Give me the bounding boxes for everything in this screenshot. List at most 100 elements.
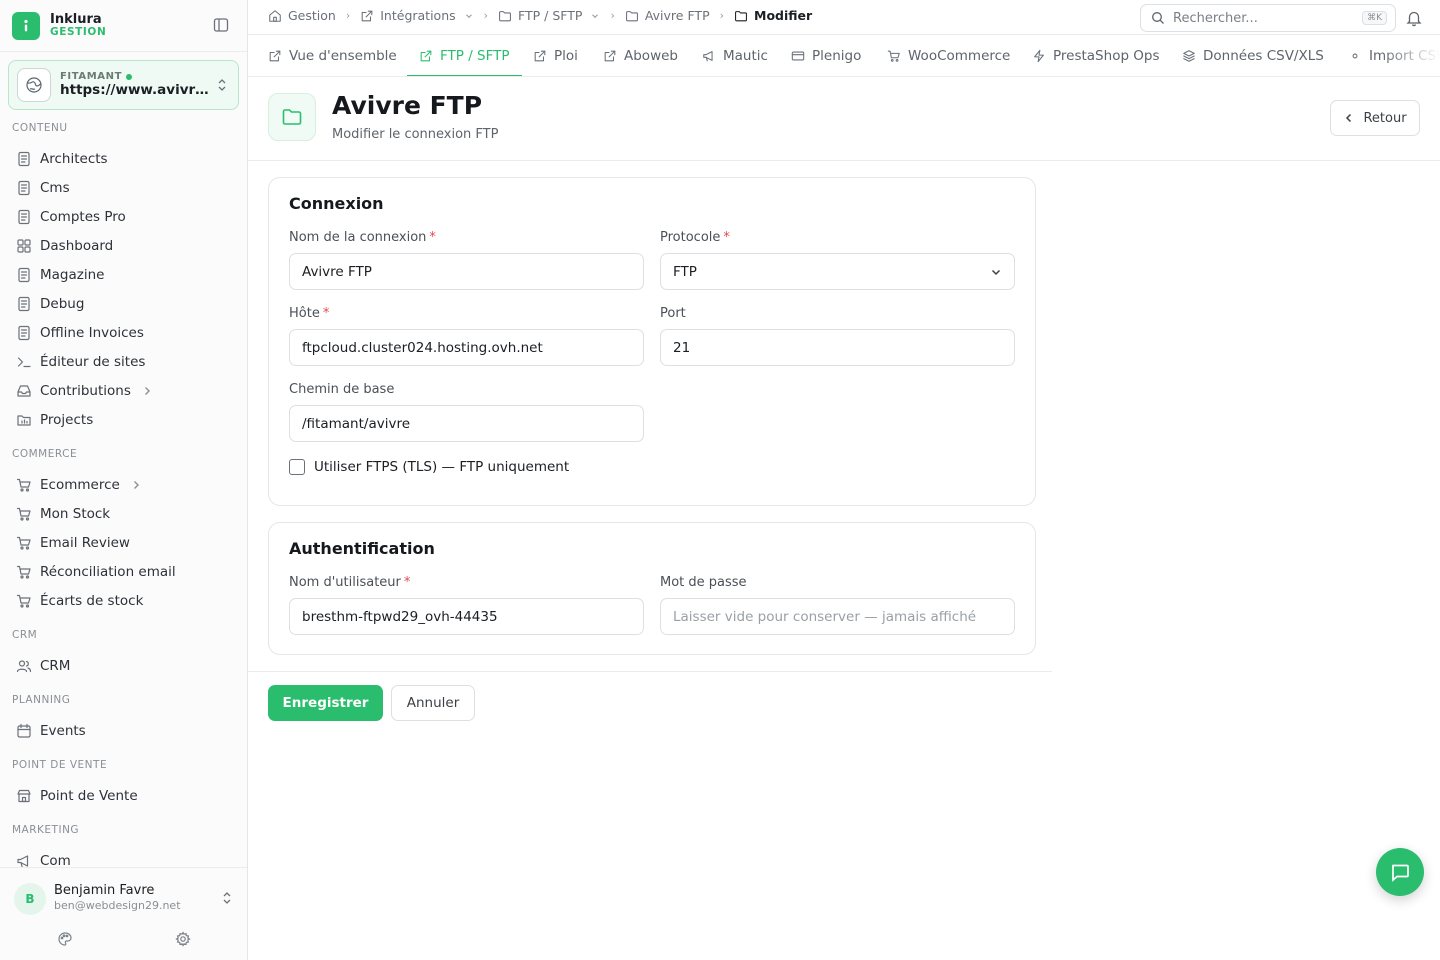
folder-icon (735, 10, 747, 21)
nav-section-title: PLANNING (12, 694, 71, 706)
nav-section-title: CONTENU (12, 122, 68, 134)
megaphone-icon (17, 854, 29, 867)
sidebar-item-label: Contributions (40, 382, 131, 399)
sidebar-item-label: Mon Stock (40, 505, 111, 522)
sidebar-item-reconciliation-email[interactable]: Réconciliation email (0, 557, 247, 586)
sidebar-item-projects[interactable]: Projects (0, 405, 247, 434)
sidebar-item-label: Offline Invoices (40, 324, 144, 341)
site-org: FITAMANT (60, 71, 123, 83)
sidebar-item-label: Réconciliation email (40, 563, 176, 580)
topbar: Gestion › Intégrations › FTP / SFTP › Avivre F… (248, 0, 1440, 35)
sidebar-item-label: Point de Vente (40, 787, 138, 804)
page-subtitle: Modifier le connexion FTP (332, 127, 499, 142)
layers-icon (1183, 50, 1195, 62)
sidebar-item-mon-stock[interactable]: Mon Stock (0, 499, 247, 528)
sidebar-item-email-review[interactable]: Email Review (0, 528, 247, 557)
tab-plenigo[interactable]: Plenigo (791, 35, 861, 76)
sidebar-item-comptes-pro[interactable]: Comptes Pro (0, 202, 247, 231)
chevron-down-icon (465, 13, 472, 18)
tab-aboweb[interactable]: Aboweb (603, 35, 678, 76)
sidebar-item-ecommerce[interactable]: Ecommerce (0, 470, 247, 499)
back-button[interactable]: Retour (1330, 100, 1420, 136)
sidebar-item-architects[interactable]: Architects (0, 144, 247, 173)
port-input[interactable]: 21 (660, 329, 1015, 366)
breadcrumb-item[interactable]: Gestion (268, 8, 336, 23)
chat-button[interactable] (1376, 848, 1424, 896)
breadcrumb-item[interactable]: Avivre FTP (625, 8, 710, 23)
site-switcher[interactable]: FITAMANT https://www.avivre.fr (8, 60, 239, 110)
base-path-input[interactable]: /fitamant/avivre (289, 405, 644, 442)
cart-icon (887, 50, 900, 62)
tab-ftp-sftp[interactable]: FTP / SFTP (407, 35, 522, 76)
breadcrumb-item[interactable]: Intégrations (360, 8, 473, 23)
sidebar-item-label: Écarts de stock (40, 592, 144, 609)
connection-name-input[interactable]: Avivre FTP (289, 253, 644, 290)
folder-chart-icon (17, 414, 31, 426)
sidebar-item-crm[interactable]: CRM (0, 651, 247, 680)
bolt-icon (1034, 49, 1044, 63)
sidebar-item-events[interactable]: Events (0, 716, 247, 745)
tab-label: Vue d'ensemble (289, 48, 397, 64)
tab-woocommerce[interactable]: WooCommerce (887, 35, 1011, 76)
sidebar-item-offline-invoices[interactable]: Offline Invoices (0, 318, 247, 347)
sidebar-item-editeur-de-sites[interactable]: Éditeur de sites (0, 347, 247, 376)
gear-icon[interactable] (175, 931, 191, 947)
page-title: Avivre FTP (332, 91, 483, 120)
external-link-icon (269, 50, 281, 62)
external-link-icon (361, 10, 373, 21)
card-title: Connexion (289, 194, 384, 213)
save-button[interactable]: Enregistrer (268, 685, 383, 721)
tab-prestashop-ops[interactable]: PrestaShop Ops (1032, 35, 1160, 76)
ftps-checkbox[interactable] (289, 459, 305, 475)
breadcrumb-item[interactable]: FTP / SFTP (498, 8, 600, 23)
tab-label: WooCommerce (908, 48, 1011, 64)
user-menu[interactable]: B Benjamin Favre ben@webdesign29.net (0, 867, 247, 960)
store-icon (17, 789, 31, 802)
nav-section-title: POINT DE VENTE (12, 759, 108, 771)
tab-donnees-csv-xls[interactable]: Données CSV/XLS (1182, 35, 1324, 76)
cart-icon (16, 507, 31, 521)
sidebar-item-label: Ecommerce (40, 476, 120, 493)
host-input[interactable]: ftpcloud.cluster024.hosting.ovh.net (289, 329, 644, 366)
username-input[interactable]: bresthm-ftpwd29_ovh-44435 (289, 598, 644, 635)
tab-ploi[interactable]: Ploi (533, 35, 578, 76)
sidebar-item-label: Com (40, 852, 71, 869)
password-input[interactable]: Laisser vide pour conserver — jamais aff… (660, 598, 1015, 635)
chevron-updown-icon (223, 892, 231, 904)
document-icon (18, 151, 30, 166)
sidebar-item-ecarts-de-stock[interactable]: Écarts de stock (0, 586, 247, 615)
document-icon (18, 325, 30, 340)
sidebar-item-label: Éditeur de sites (40, 353, 146, 370)
tab-mautic[interactable]: Mautic (702, 35, 768, 76)
sidebar-item-dashboard[interactable]: Dashboard (0, 231, 247, 260)
sidebar-toggle-icon[interactable] (213, 17, 229, 33)
bell-icon[interactable] (1405, 9, 1423, 27)
sidebar-item-com[interactable]: Com (0, 846, 247, 868)
cancel-button[interactable]: Annuler (391, 685, 475, 721)
tab-vue-d-ensemble[interactable]: Vue d'ensemble (268, 35, 397, 76)
sidebar-nav: CONTENU Architects Cms Comptes Pro Dashboard… (0, 118, 247, 868)
search-icon (1152, 12, 1164, 24)
chevron-right-icon (133, 480, 139, 489)
sidebar-item-label: Email Review (40, 534, 130, 551)
user-email: ben@webdesign29.net (54, 899, 181, 912)
chevron-down-icon (592, 13, 599, 18)
tab-label: Aboweb (624, 48, 678, 64)
sidebar-item-label: Dashboard (40, 237, 114, 254)
palette-icon[interactable] (57, 931, 73, 947)
external-link-icon (604, 50, 616, 62)
cart-icon (16, 594, 31, 608)
sidebar-item-magazine[interactable]: Magazine (0, 260, 247, 289)
document-icon (18, 267, 30, 282)
sidebar-item-label: Magazine (40, 266, 105, 283)
sidebar-item-cms[interactable]: Cms (0, 173, 247, 202)
field-label: Nom de la connexion * (289, 230, 436, 245)
sidebar-item-debug[interactable]: Debug (0, 289, 247, 318)
sidebar-item-contributions[interactable]: Contributions (0, 376, 247, 405)
connexion-card: Connexion Nom de la connexion * Avivre FT… (268, 177, 1036, 506)
home-icon (269, 9, 281, 22)
card-title: Authentification (289, 539, 435, 558)
search-input[interactable]: Rechercher... ⌘K (1140, 4, 1396, 32)
sidebar-item-point-de-vente[interactable]: Point de Vente (0, 781, 247, 810)
protocol-select[interactable]: FTP (660, 253, 1015, 290)
